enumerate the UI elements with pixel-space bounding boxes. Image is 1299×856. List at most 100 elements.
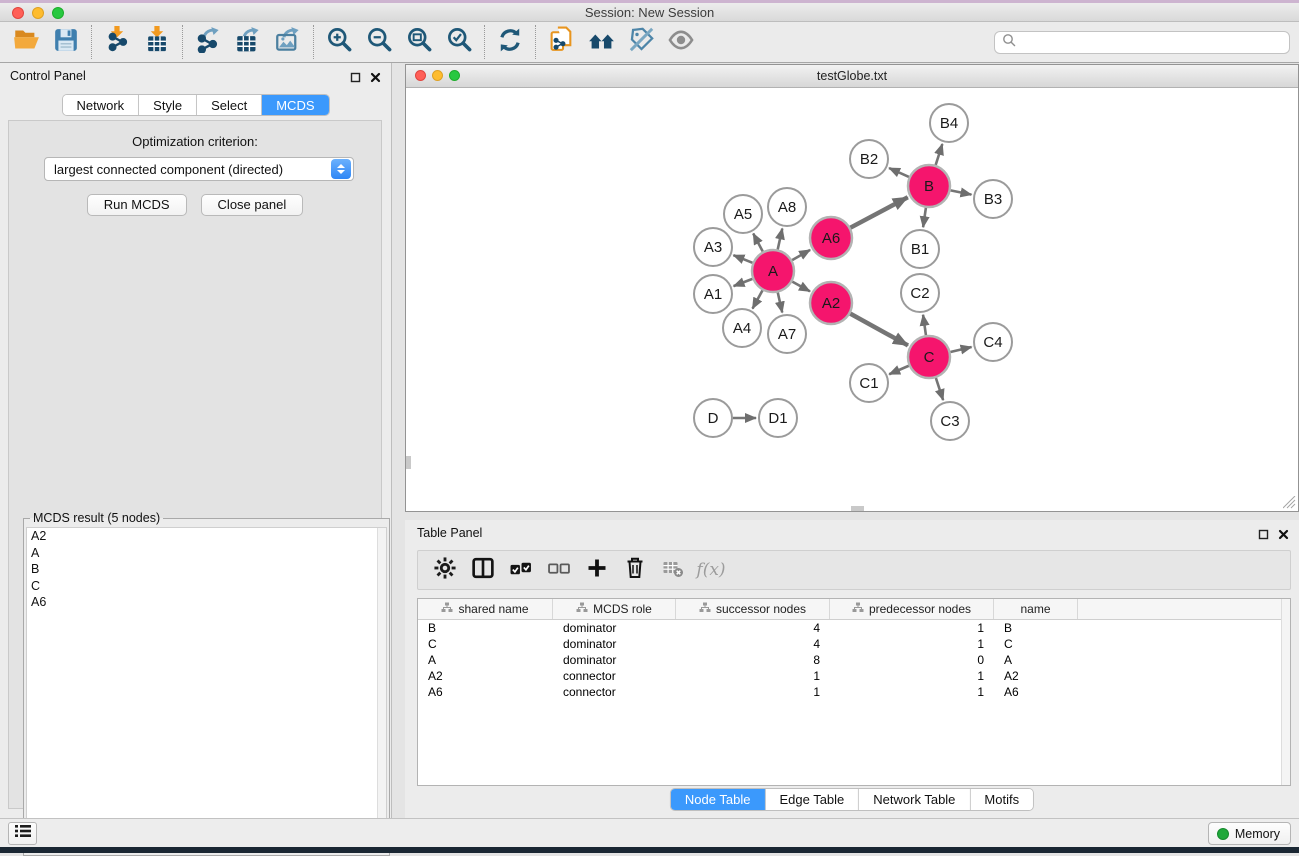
table-cell[interactable]: B <box>994 620 1078 636</box>
show-columns-button[interactable] <box>466 553 500 587</box>
table-cell[interactable]: A2 <box>418 668 553 684</box>
network-snapshot-button[interactable] <box>541 24 581 60</box>
result-list-item[interactable]: C <box>27 578 386 595</box>
tab-mcds[interactable]: MCDS <box>262 95 328 115</box>
open-session-button[interactable] <box>6 24 46 60</box>
edge-A-A1[interactable] <box>734 279 753 286</box>
node-C1[interactable]: C1 <box>850 364 888 402</box>
zoom-selected-button[interactable] <box>439 24 479 60</box>
node-table[interactable]: shared nameMCDS rolesuccessor nodesprede… <box>417 598 1291 786</box>
memory-button[interactable]: Memory <box>1208 822 1291 845</box>
close-window-button[interactable] <box>12 7 24 19</box>
table-cell[interactable]: A <box>418 652 553 668</box>
canvas-horizontal-scroll-indicator[interactable] <box>851 506 864 511</box>
edge-B-B4[interactable] <box>936 144 943 165</box>
network-maximize-button[interactable] <box>449 70 460 81</box>
table-cell[interactable]: 1 <box>830 636 994 652</box>
run-mcds-button[interactable]: Run MCDS <box>87 194 187 216</box>
edge-A-A6[interactable] <box>792 250 810 260</box>
tab-network-table[interactable]: Network Table <box>859 789 970 810</box>
add-column-button[interactable] <box>580 553 614 587</box>
maximize-window-button[interactable] <box>52 7 64 19</box>
close-panel-icon[interactable] <box>370 70 381 88</box>
result-list-item[interactable]: A6 <box>27 594 386 611</box>
resize-grip-icon[interactable] <box>1283 496 1296 509</box>
node-C4[interactable]: C4 <box>974 323 1012 361</box>
table-cell[interactable]: A <box>994 652 1078 668</box>
tab-network[interactable]: Network <box>62 95 139 115</box>
edge-A-A3[interactable] <box>733 255 752 263</box>
table-cell[interactable]: A6 <box>418 684 553 700</box>
export-image-button[interactable] <box>268 24 308 60</box>
node-C3[interactable]: C3 <box>931 402 969 440</box>
tab-style[interactable]: Style <box>139 95 197 115</box>
edge-B-B1[interactable] <box>923 208 926 227</box>
function-builder-button[interactable]: f(x) <box>694 553 728 587</box>
table-row[interactable]: Cdominator41C <box>418 636 1290 652</box>
table-cell[interactable]: 1 <box>676 668 830 684</box>
tab-select[interactable]: Select <box>197 95 262 115</box>
optimization-criterion-dropdown[interactable]: largest connected component (directed) <box>44 157 354 181</box>
export-network-button[interactable] <box>188 24 228 60</box>
node-B[interactable]: B <box>908 165 950 207</box>
node-A4[interactable]: A4 <box>723 309 761 347</box>
search-input[interactable] <box>994 31 1290 54</box>
table-cell[interactable]: dominator <box>553 652 676 668</box>
select-all-checkbox-button[interactable] <box>504 553 538 587</box>
tab-edge-table[interactable]: Edge Table <box>765 789 859 810</box>
edge-A-A8[interactable] <box>778 228 783 249</box>
export-table-button[interactable] <box>228 24 268 60</box>
node-A7[interactable]: A7 <box>768 315 806 353</box>
node-B4[interactable]: B4 <box>930 104 968 142</box>
result-list-item[interactable]: B <box>27 561 386 578</box>
node-A[interactable]: A <box>752 250 794 292</box>
hide-labels-button[interactable] <box>621 24 661 60</box>
column-header-name[interactable]: name <box>994 599 1078 619</box>
mcds-result-list[interactable]: A2ABCA6 <box>26 527 387 853</box>
node-D[interactable]: D <box>694 399 732 437</box>
table-row[interactable]: Bdominator41B <box>418 620 1290 636</box>
deselect-all-checkbox-button[interactable] <box>542 553 576 587</box>
node-B2[interactable]: B2 <box>850 140 888 178</box>
node-B3[interactable]: B3 <box>974 180 1012 218</box>
edge-B-B3[interactable] <box>951 190 972 194</box>
apply-layout-button[interactable] <box>490 24 530 60</box>
zoom-fit-button[interactable] <box>399 24 439 60</box>
edge-C-C4[interactable] <box>950 347 971 352</box>
zoom-out-button[interactable] <box>359 24 399 60</box>
node-D1[interactable]: D1 <box>759 399 797 437</box>
network-graph[interactable]: B4B2BB3A8A5A6A3B1AA1C2A2A4A7C4CC1C3DD1 <box>407 88 1299 509</box>
cyndex-home-button[interactable] <box>581 24 621 60</box>
canvas-vertical-scroll-indicator[interactable] <box>406 456 411 469</box>
table-cell[interactable]: 0 <box>830 652 994 668</box>
result-list-item[interactable]: A2 <box>27 528 386 545</box>
table-cell[interactable]: dominator <box>553 636 676 652</box>
column-header-MCDS-role[interactable]: MCDS role <box>553 599 676 619</box>
import-table-button[interactable] <box>137 24 177 60</box>
table-settings-button[interactable] <box>428 553 462 587</box>
task-history-button[interactable] <box>8 822 37 845</box>
edge-C-C1[interactable] <box>889 366 909 375</box>
edge-A6-B[interactable] <box>850 197 907 227</box>
edge-C-C3[interactable] <box>936 378 943 400</box>
delete-table-button[interactable] <box>656 553 690 587</box>
table-cell[interactable]: 4 <box>676 636 830 652</box>
node-A6[interactable]: A6 <box>810 217 852 259</box>
node-A2[interactable]: A2 <box>810 282 852 324</box>
network-canvas[interactable]: B4B2BB3A8A5A6A3B1AA1C2A2A4A7C4CC1C3DD1 <box>407 88 1297 510</box>
float-panel-icon[interactable] <box>350 70 361 88</box>
node-C[interactable]: C <box>908 336 950 378</box>
column-header-predecessor-nodes[interactable]: predecessor nodes <box>830 599 994 619</box>
table-cell[interactable]: connector <box>553 668 676 684</box>
node-A5[interactable]: A5 <box>724 195 762 233</box>
tab-motifs[interactable]: Motifs <box>970 789 1033 810</box>
table-cell[interactable]: 1 <box>676 684 830 700</box>
table-cell[interactable]: 1 <box>830 668 994 684</box>
network-close-button[interactable] <box>415 70 426 81</box>
table-scrollbar[interactable] <box>1281 599 1290 785</box>
column-header-shared-name[interactable]: shared name <box>418 599 553 619</box>
table-cell[interactable]: 1 <box>830 684 994 700</box>
minimize-window-button[interactable] <box>32 7 44 19</box>
result-list-scrollbar[interactable] <box>377 528 386 852</box>
table-row[interactable]: A6connector11A6 <box>418 684 1290 700</box>
